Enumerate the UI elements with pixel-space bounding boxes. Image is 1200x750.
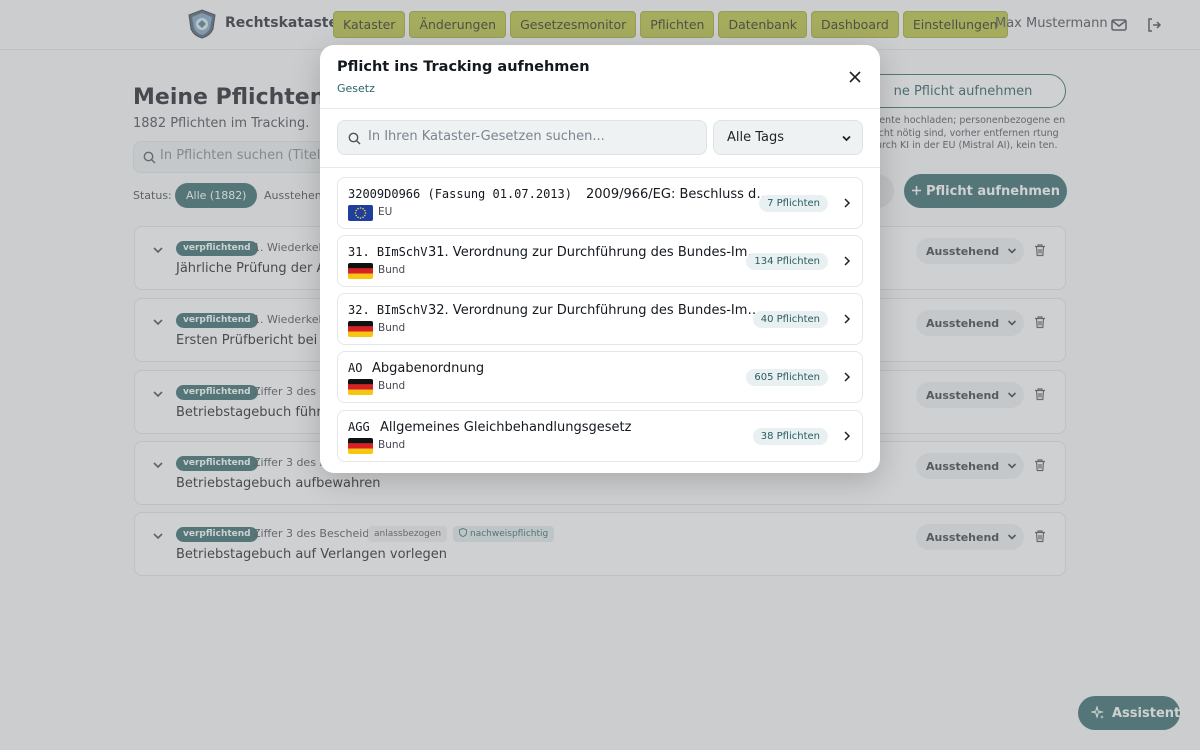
law-jurisdiction: Bund: [378, 264, 406, 276]
law-jurisdiction: Bund: [378, 439, 406, 451]
law-jurisdiction: EU: [378, 206, 393, 218]
law-name: Abgabenordnung: [372, 361, 485, 376]
law-name: 2009/966/EG: Beschluss der Kommission: [586, 187, 774, 202]
divider: [320, 108, 880, 109]
germany-flag-icon: [348, 321, 373, 337]
chevron-down-icon: [842, 135, 851, 142]
eu-flag-icon: [348, 205, 373, 221]
law-list-item[interactable]: 31. BImSchV 31. Verordnung zur Durchführ…: [337, 235, 863, 287]
obligation-count-badge: 134 Pflichten: [746, 253, 828, 270]
modal-subtitle: Gesetz: [337, 82, 375, 95]
law-code: AO: [348, 361, 363, 375]
law-name: 32. Verordnung zur Durchführung des Bund…: [428, 303, 768, 318]
law-name: 31. Verordnung zur Durchführung des Bund…: [428, 245, 763, 260]
law-jurisdiction: Bund: [378, 322, 406, 334]
law-list-item[interactable]: AO Abgabenordnung Bund 605 Pflichten: [337, 351, 863, 403]
law-list-item[interactable]: 32009D0966 (Fassung 01.07.2013) 2009/966…: [337, 177, 863, 229]
add-tracking-modal: Pflicht ins Tracking aufnehmen Gesetz Al…: [320, 45, 880, 473]
close-button[interactable]: [846, 68, 864, 86]
obligation-count-badge: 38 Pflichten: [752, 428, 828, 445]
law-code: 31. BImSchV: [348, 245, 428, 259]
law-search-input[interactable]: [368, 129, 698, 144]
law-list-item[interactable]: AGG Allgemeines Gleichbehandlungsgesetz …: [337, 410, 863, 462]
divider: [320, 167, 880, 168]
obligation-count-badge: 40 Pflichten: [752, 311, 828, 328]
law-jurisdiction: Bund: [378, 380, 406, 392]
chevron-right-icon: [844, 256, 851, 266]
close-icon: [849, 71, 861, 83]
law-search: [337, 120, 707, 155]
chevron-right-icon: [844, 198, 851, 208]
search-icon: [348, 132, 361, 145]
tag-filter-select[interactable]: Alle Tags: [713, 120, 863, 155]
law-code: AGG: [348, 420, 370, 434]
law-code: 32009D0966 (Fassung 01.07.2013): [348, 187, 572, 201]
tag-filter-value: Alle Tags: [727, 130, 785, 145]
germany-flag-icon: [348, 379, 373, 395]
germany-flag-icon: [348, 438, 373, 454]
obligation-count-badge: 605 Pflichten: [746, 369, 828, 386]
law-name: Allgemeines Gleichbehandlungsgesetz: [380, 420, 632, 435]
chevron-right-icon: [844, 431, 851, 441]
law-code: 32. BImSchV: [348, 303, 428, 317]
obligation-count-badge: 7 Pflichten: [759, 195, 828, 212]
chevron-right-icon: [844, 372, 851, 382]
chevron-right-icon: [844, 314, 851, 324]
germany-flag-icon: [348, 263, 373, 279]
law-list-item[interactable]: 32. BImSchV 32. Verordnung zur Durchführ…: [337, 293, 863, 345]
modal-title: Pflicht ins Tracking aufnehmen: [337, 59, 590, 75]
